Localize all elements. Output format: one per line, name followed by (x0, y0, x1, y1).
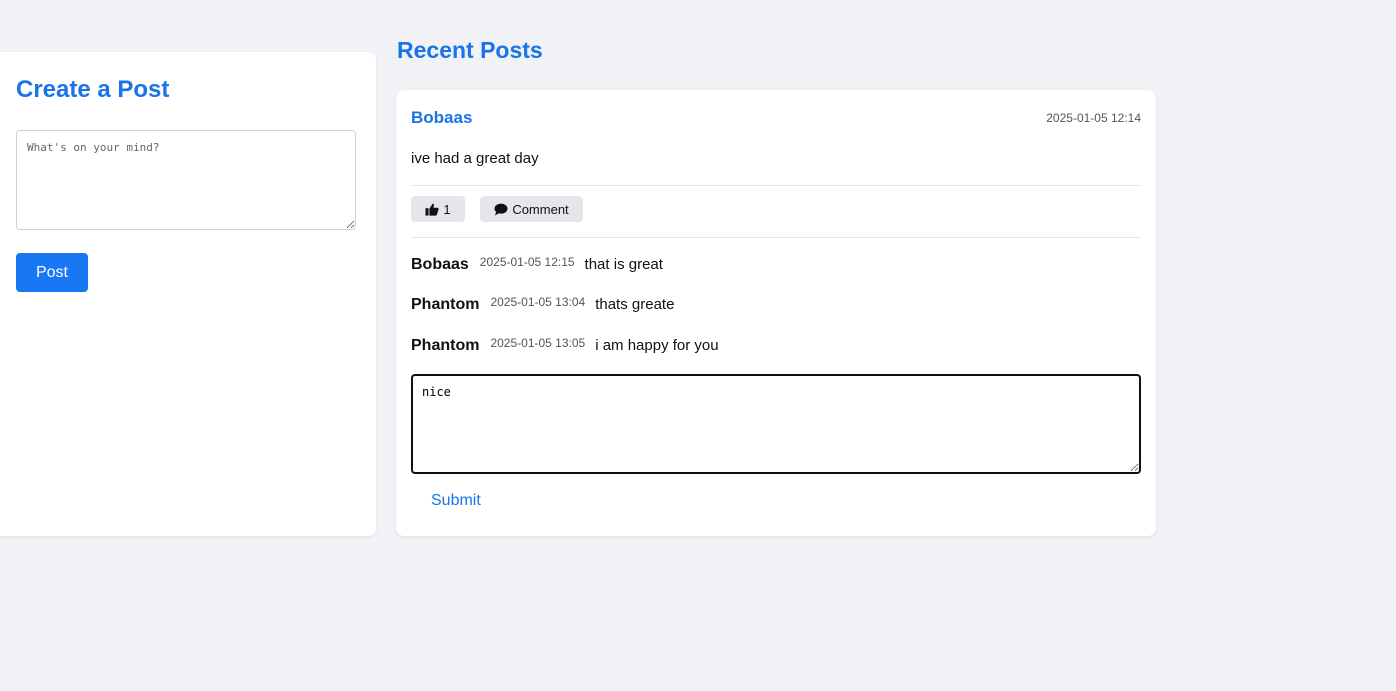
comment-author: Phantom (411, 337, 480, 354)
post-divider-bottom (411, 237, 1141, 238)
comment-item: Bobaas 2025-01-05 12:15 that is great (411, 255, 663, 274)
comment-timestamp: 2025-01-05 12:15 (479, 255, 575, 269)
comment-item: Phantom 2025-01-05 13:05 i am happy for … (411, 336, 719, 355)
post-button[interactable]: Post (16, 253, 88, 292)
comment-timestamp: 2025-01-05 13:05 (490, 336, 586, 350)
comment-button-label: Comment (512, 201, 569, 217)
comment-button[interactable]: Comment (480, 196, 583, 222)
comment-text: thats greate (595, 296, 675, 313)
comment-item: Phantom 2025-01-05 13:04 thats greate (411, 295, 675, 314)
create-post-title: Create a Post (16, 76, 170, 103)
like-button[interactable]: 1 (411, 196, 465, 222)
comment-timestamp: 2025-01-05 13:04 (490, 295, 586, 309)
post-card: Bobaas 2025-01-05 12:14 ive had a great … (396, 90, 1156, 536)
post-author-link[interactable]: Bobaas (411, 108, 472, 128)
like-count: 1 (443, 201, 451, 217)
post-timestamp: 2025-01-05 12:14 (1046, 111, 1141, 125)
new-post-textarea[interactable] (16, 130, 356, 230)
create-post-card: Create a Post Post (0, 52, 376, 536)
recent-posts-heading: Recent Posts (397, 37, 543, 63)
comment-author: Phantom (411, 296, 480, 313)
thumbs-up-icon (425, 203, 439, 216)
comment-author: Bobaas (411, 256, 469, 273)
comment-text: that is great (584, 256, 663, 273)
comment-input[interactable] (411, 374, 1141, 474)
post-content: ive had a great day (411, 150, 539, 167)
comment-text: i am happy for you (595, 337, 719, 354)
speech-bubble-icon (494, 203, 508, 216)
post-divider-top (411, 185, 1141, 186)
submit-comment-button[interactable]: Submit (411, 488, 501, 514)
